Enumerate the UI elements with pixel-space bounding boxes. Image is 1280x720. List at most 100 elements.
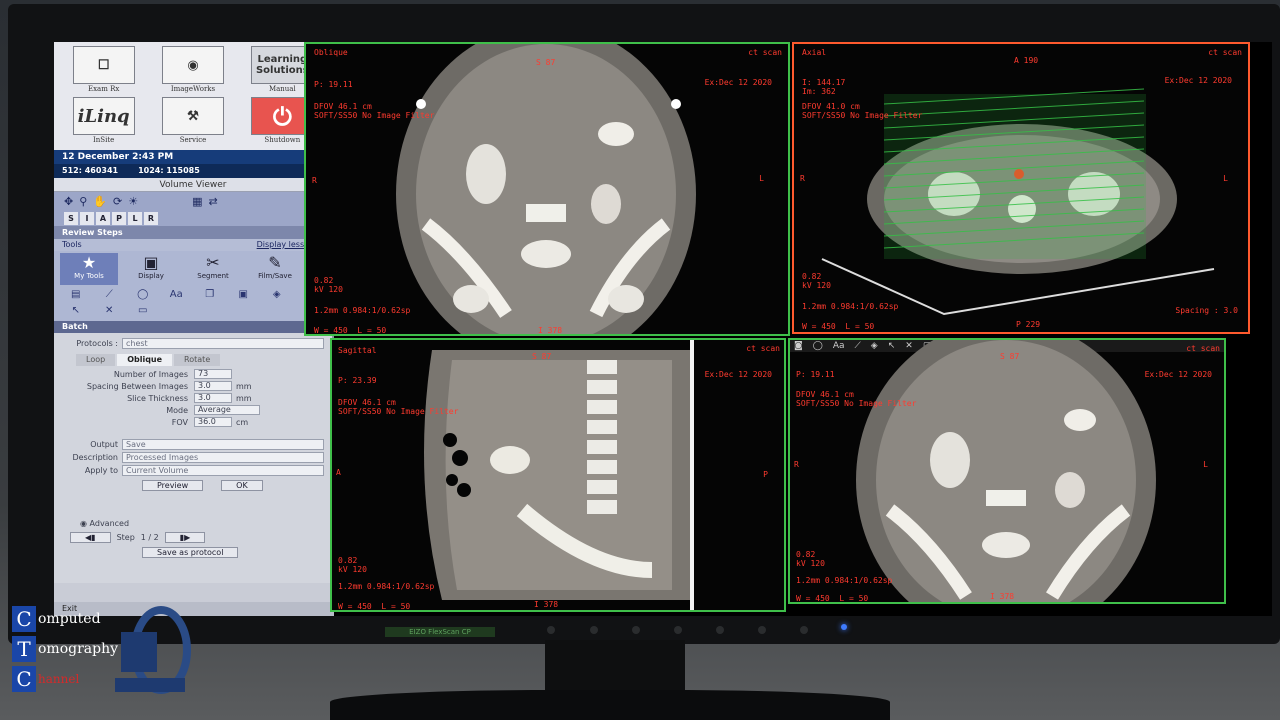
service-icon: ⚒ — [161, 97, 224, 135]
launcher-exam-rx[interactable]: ☐ Exam Rx — [60, 46, 147, 95]
cursor-icon[interactable]: ↖ — [60, 305, 92, 319]
description-row: Description Processed Images — [62, 451, 324, 464]
number-images-row: Number of Images 73 — [66, 368, 324, 380]
spacing-value: Spacing : 3.0 — [1175, 306, 1238, 315]
orientation-right: L — [1203, 460, 1208, 469]
orientation-bottom: I 378 — [538, 326, 563, 335]
direction-i[interactable]: I — [80, 211, 94, 225]
watermark-letter: C — [12, 606, 36, 632]
monitor-button[interactable] — [547, 626, 555, 634]
tool-icon-grid: ▤ ⟋ ◯ Aa ❐ ▣ ◈ ∿ ↖ ✕ ▭ — [54, 287, 332, 321]
mode-select[interactable]: Average — [194, 405, 260, 415]
scan-label: ct scan — [1186, 344, 1220, 353]
step-next-button[interactable]: ▮▶ — [164, 532, 206, 543]
rotate-icon[interactable]: ⟳ — [113, 195, 122, 208]
step-row: ◀▮ Step 1 / 2 ▮▶ — [62, 532, 324, 543]
layout-icon[interactable]: ▦ — [192, 195, 202, 208]
slice-thickness-field[interactable]: 3.0 — [194, 393, 232, 403]
unit-label: mm — [236, 393, 252, 403]
my-tools-tab[interactable]: ★ My Tools — [60, 253, 118, 285]
viewport-sagittal[interactable]: Sagittal S 87 ct scan Ex:Dec 12 2020 P: … — [330, 338, 786, 612]
orientation-right: P — [763, 470, 768, 479]
slice-row: Slice Thickness 3.0 mm — [66, 392, 324, 404]
direction-p[interactable]: P — [112, 211, 126, 225]
description-select[interactable]: Processed Images — [122, 452, 324, 463]
launcher-insite[interactable]: iLinq InSite — [60, 97, 147, 146]
battery-icon[interactable]: ▭ — [127, 305, 159, 319]
viewport-coronal[interactable]: ◙ ◯ Aa ⟋ ◈ ↖ ✕ ▢ ct scan S 87 Ex:Dec 12 … — [788, 338, 1226, 604]
dfov-label: DFOV 46.1 cm — [338, 398, 396, 407]
spacing-label: 1.2mm 0.984:1/0.62sp — [802, 302, 899, 311]
step-prev-button[interactable]: ◀▮ — [70, 532, 111, 543]
ellipse-icon[interactable]: ◯ — [127, 289, 159, 303]
viewport-axial[interactable]: Axial A 190 ct scan Ex:Dec 12 2020 I: 14… — [792, 42, 1250, 334]
kv-label: 0.82 kV 120 — [802, 272, 831, 290]
move-icon[interactable]: ✥ — [64, 195, 73, 208]
launcher-imageworks[interactable]: ◉ ImageWorks — [149, 46, 236, 95]
monitor-button[interactable] — [800, 626, 808, 634]
3d-icon[interactable]: ◈ — [261, 289, 293, 303]
monitor-button[interactable] — [590, 626, 598, 634]
orientation-right: L — [759, 174, 764, 183]
spacing-field[interactable]: 3.0 — [194, 381, 232, 391]
fov-field[interactable]: 36.0 — [194, 417, 232, 427]
monitor-button[interactable] — [716, 626, 724, 634]
display-tab[interactable]: ▣ Display — [122, 253, 180, 285]
window-level: W = 450 L = 50 — [802, 322, 875, 331]
field-label: Number of Images — [113, 369, 188, 379]
power-led — [841, 624, 847, 630]
launcher-label: Exam Rx — [88, 85, 120, 93]
zoom-icon[interactable]: ⚲ — [79, 195, 87, 208]
radio-icon[interactable]: ◉ — [80, 519, 87, 528]
window-level: W = 450 L = 50 — [314, 326, 387, 335]
advanced-label: Advanced — [89, 519, 130, 528]
direction-r[interactable]: R — [144, 211, 158, 225]
monitor-button[interactable] — [758, 626, 766, 634]
monitor-button[interactable] — [632, 626, 640, 634]
protocols-select[interactable]: chest — [122, 338, 324, 349]
batch-tabs: Loop Oblique Rotate — [76, 354, 324, 366]
film-save-tab[interactable]: ✎ Film/Save — [246, 253, 304, 285]
field-label: FOV — [171, 417, 188, 427]
direction-l[interactable]: L — [128, 211, 142, 225]
pan-icon[interactable]: ✋ — [93, 195, 107, 208]
save-protocol-button[interactable]: Save as protocol — [142, 547, 239, 558]
field-label: Output — [90, 440, 118, 449]
orientation-top: S 87 — [536, 58, 556, 67]
camera-icon[interactable]: ▣ — [228, 289, 260, 303]
apply-select[interactable]: Current Volume — [122, 465, 324, 476]
crosshair-icon[interactable]: ✕ — [94, 305, 126, 319]
tab-oblique[interactable]: Oblique — [117, 354, 173, 366]
filter-label: SOFT/SS50 No Image Filter — [314, 111, 435, 120]
ok-button[interactable]: OK — [221, 480, 263, 491]
text-icon[interactable]: Aa — [161, 289, 193, 303]
film-icon[interactable]: ▤ — [60, 289, 92, 303]
output-select[interactable]: Save — [122, 439, 324, 450]
direction-s[interactable]: S — [64, 211, 78, 225]
measure-icon[interactable]: ⟋ — [94, 289, 126, 303]
segment-tab[interactable]: ✂ Segment — [184, 253, 242, 285]
id-label: 1024: — [138, 166, 164, 175]
direction-a[interactable]: A — [96, 211, 110, 225]
review-steps-header[interactable]: Review Steps — [54, 226, 332, 239]
preview-button[interactable]: Preview — [142, 480, 204, 491]
position-readout: P: 19.11 — [314, 80, 353, 89]
tab-loop[interactable]: Loop — [76, 354, 116, 366]
dfov-label: DFOV 46.1 cm — [314, 102, 372, 111]
tab-rotate[interactable]: Rotate — [174, 354, 221, 366]
monitor-button[interactable] — [674, 626, 682, 634]
orientation-left: R — [800, 174, 805, 183]
copy-icon[interactable]: ❐ — [194, 289, 226, 303]
brightness-icon[interactable]: ☀ — [128, 195, 138, 208]
channel-watermark: Computed Tomography Channel — [12, 604, 118, 694]
reset-icon[interactable]: ⇄ — [208, 195, 217, 208]
launcher-service[interactable]: ⚒ Service — [149, 97, 236, 146]
viewport-oblique[interactable]: Oblique S 87 ct scan Ex:Dec 12 2020 P: 1… — [304, 42, 790, 336]
launcher-label: InSite — [93, 136, 115, 144]
coronal-image — [856, 340, 1156, 602]
launcher-label: Shutdown — [264, 136, 301, 144]
id-value: 115085 — [166, 166, 200, 175]
position-readout: P: 19.11 — [796, 370, 835, 379]
number-images-field[interactable]: 73 — [194, 369, 232, 379]
orientation-bottom: P 229 — [1016, 320, 1041, 329]
